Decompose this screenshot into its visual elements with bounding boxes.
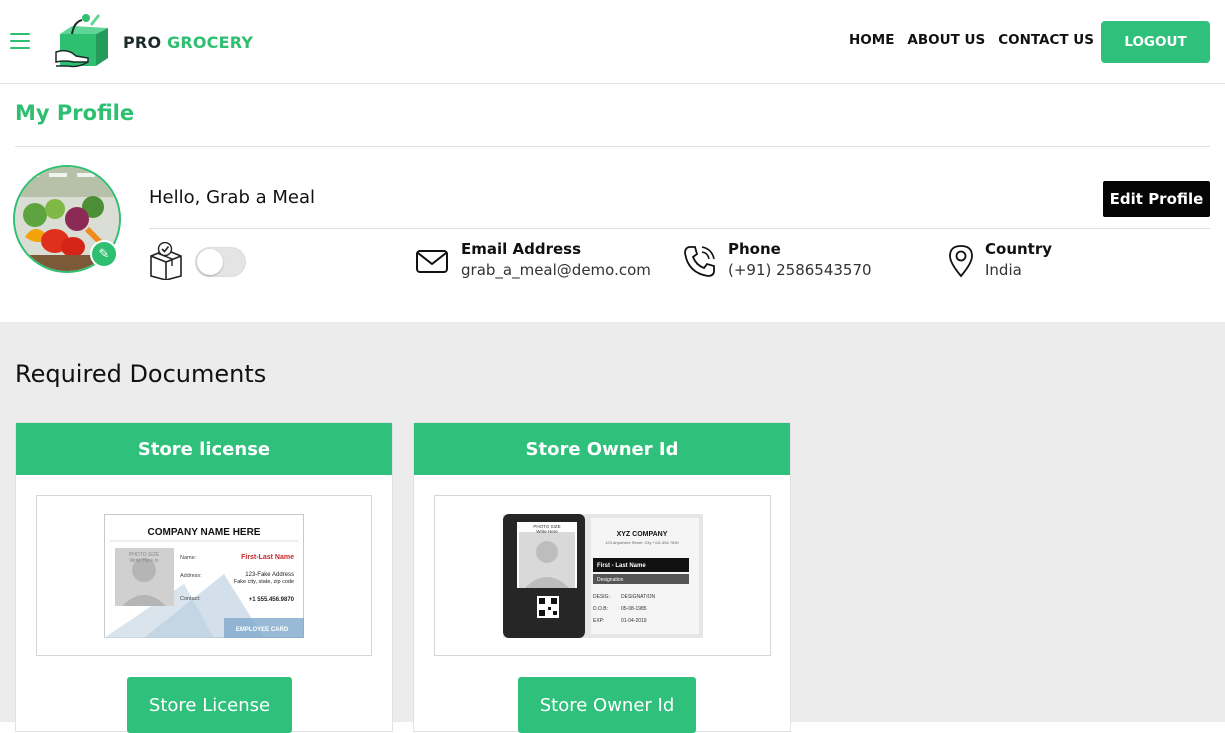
- logo-wordmark: PRO GROCERY: [123, 33, 253, 52]
- location-pin-icon: [949, 245, 973, 278]
- owner-name-text: First - Last Name: [597, 563, 646, 569]
- id-address-line1: 123-Fake Address: [245, 572, 294, 578]
- owner-exp-label: EXP:: [593, 618, 604, 624]
- documents-title: Required Documents: [15, 360, 267, 388]
- logout-button[interactable]: LOGOUT: [1101, 21, 1210, 63]
- divider: [15, 146, 1210, 147]
- logo-grocery-text: GROCERY: [167, 32, 254, 52]
- email-info: Email Address grab_a_meal@demo.com: [415, 239, 651, 281]
- pro-grocery-logo[interactable]: PRO GROCERY: [54, 12, 253, 72]
- toggle-knob: [197, 249, 223, 275]
- owner-desig-label: DESIG:: [593, 594, 610, 600]
- owner-photo-line2: Write Here: [536, 529, 558, 534]
- country-info: Country India: [944, 239, 1052, 281]
- employee-id-card-image: COMPANY NAME HERE PHOTO SIZE Write Here …: [104, 513, 304, 638]
- id-photo-line2: Write Here in: [129, 558, 158, 564]
- hamburger-menu-icon[interactable]: [10, 33, 30, 49]
- id-address-label: Address:: [180, 573, 202, 579]
- store-owner-id-image[interactable]: PHOTO SIZE Write Here XYZ COMPANY 123 An…: [434, 495, 771, 656]
- logo-pro-text: PRO: [123, 32, 162, 52]
- availability-toggle[interactable]: [195, 247, 246, 277]
- envelope-icon: [416, 250, 448, 273]
- top-navbar: PRO GROCERY HOME ABOUT US CONTACT US LOG…: [0, 0, 1225, 84]
- divider: [149, 228, 1210, 229]
- owner-desig-value: DESIGNATION: [621, 594, 655, 600]
- store-license-button[interactable]: Store License: [127, 677, 292, 733]
- edit-profile-button[interactable]: Edit Profile: [1103, 181, 1210, 217]
- edit-avatar-pencil-icon[interactable]: ✎: [90, 240, 118, 268]
- page-title: My Profile: [15, 101, 135, 125]
- main-nav: HOME ABOUT US CONTACT US: [849, 32, 1094, 48]
- store-license-card: Store license COMPANY NAME HERE PHOTO SI…: [15, 422, 393, 733]
- country-label: Country: [985, 240, 1053, 258]
- owner-id-card-image: PHOTO SIZE Write Here XYZ COMPANY 123 An…: [502, 513, 703, 638]
- phone-icon: [684, 246, 715, 277]
- owner-exp-value: 01-04-2019: [621, 618, 647, 624]
- id-contact-value: +1 555.456.9870: [249, 597, 295, 603]
- nav-home-link[interactable]: HOME: [849, 32, 894, 48]
- id-company-text: COMPANY NAME HERE: [148, 527, 261, 538]
- owner-dob-label: D.O.B:: [593, 606, 608, 612]
- owner-company-text: XYZ COMPANY: [616, 531, 667, 538]
- id-contact-label: Contact:: [180, 596, 201, 602]
- country-value: India: [985, 261, 1022, 279]
- store-owner-id-card-header: Store Owner Id: [414, 423, 790, 475]
- email-label: Email Address: [461, 240, 582, 258]
- package-check-icon: [150, 242, 182, 280]
- nav-contact-us-link[interactable]: CONTACT US: [998, 32, 1094, 48]
- grocery-bag-logo-icon: [55, 14, 108, 68]
- id-name-value: First-Last Name: [241, 554, 294, 561]
- store-license-card-header: Store license: [16, 423, 392, 475]
- store-owner-id-card: Store Owner Id PHOTO SIZE Write Here XYZ…: [413, 422, 791, 733]
- phone-info: Phone (+91) 2586543570: [682, 239, 872, 281]
- id-footer-text: EMPLOYEE CARD: [236, 627, 289, 633]
- store-license-image[interactable]: COMPANY NAME HERE PHOTO SIZE Write Here …: [36, 495, 372, 656]
- phone-label: Phone: [728, 240, 781, 258]
- store-owner-id-button[interactable]: Store Owner Id: [518, 677, 696, 733]
- owner-address-text: 123 Anywhere Street, City +111 654 7890: [605, 540, 679, 545]
- phone-value: (+91) 2586543570: [728, 261, 872, 279]
- greeting-text: Hello, Grab a Meal: [149, 187, 315, 208]
- owner-dob-value: 05-08-1985: [621, 606, 647, 612]
- email-value: grab_a_meal@demo.com: [461, 261, 651, 279]
- id-address-line2: Fake city, state, zip code: [234, 579, 294, 585]
- nav-about-us-link[interactable]: ABOUT US: [907, 32, 985, 48]
- owner-designation-text: Designation: [597, 577, 624, 583]
- id-name-label: Name:: [180, 555, 197, 561]
